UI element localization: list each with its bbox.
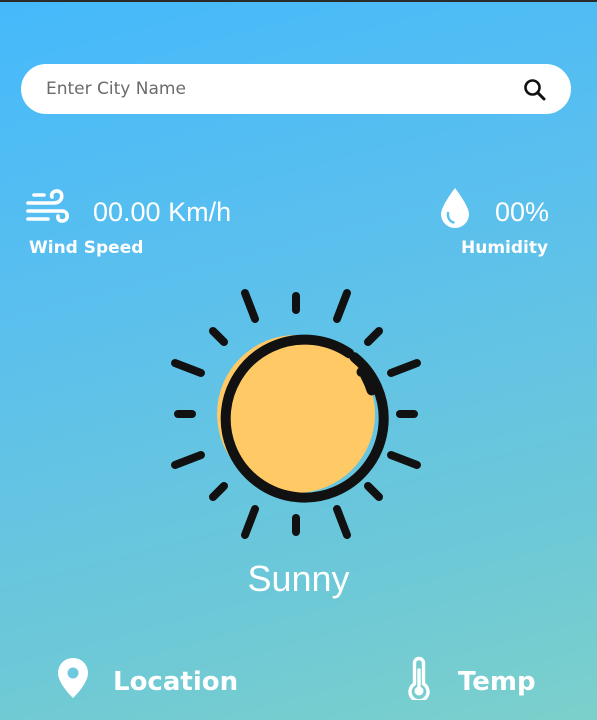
wind-speed-label: Wind Speed: [29, 238, 144, 258]
search-button[interactable]: [521, 76, 549, 104]
thermometer-icon: [408, 656, 430, 700]
search-bar: [21, 64, 571, 114]
location-pin-icon: [58, 658, 88, 698]
temperature-label: Temp: [458, 667, 536, 697]
weather-condition: Sunny: [247, 558, 350, 599]
search-icon: [524, 79, 546, 101]
sun-icon: [171, 289, 421, 539]
top-border: [0, 0, 597, 2]
city-search-input[interactable]: [46, 64, 506, 114]
wind-icon: [26, 189, 70, 223]
wind-speed-value: 00.00 Km/h: [93, 197, 232, 227]
location-label: Location: [113, 667, 239, 697]
humidity-value: 00%: [495, 197, 550, 227]
water-drop-icon: [441, 188, 469, 228]
humidity-label: Humidity: [461, 238, 549, 258]
